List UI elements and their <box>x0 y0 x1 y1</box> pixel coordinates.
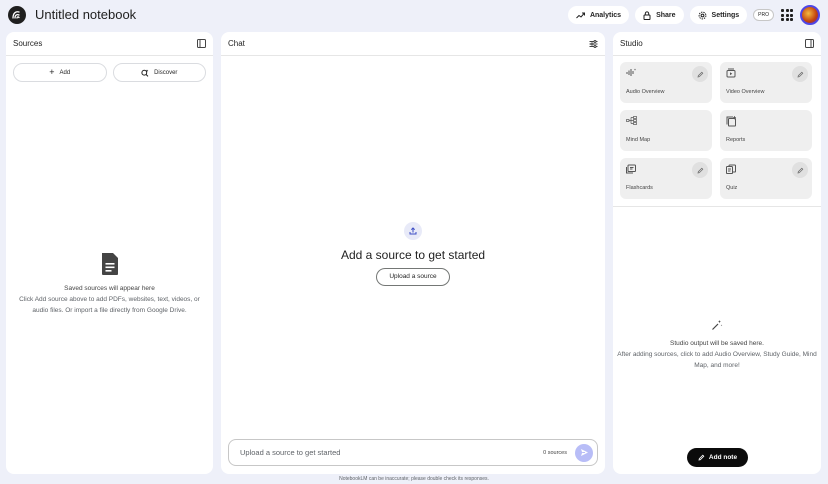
gear-icon <box>698 11 706 19</box>
share-button[interactable]: Share <box>635 6 684 24</box>
trending-up-icon <box>576 12 585 18</box>
quiz-card[interactable]: Quiz <box>720 158 812 199</box>
reports-card[interactable]: Reports <box>720 110 812 151</box>
studio-divider <box>613 206 821 207</box>
chat-options-icon[interactable] <box>589 39 598 48</box>
studio-title: Studio <box>620 39 643 48</box>
pencil-icon <box>697 167 703 173</box>
upload-icon <box>404 222 422 240</box>
pro-badge: PRO <box>753 9 774 21</box>
analytics-label: Analytics <box>589 11 622 19</box>
sources-empty-state: Saved sources will appear here Click Add… <box>6 252 213 316</box>
notebook-title[interactable]: Untitled notebook <box>35 7 136 22</box>
pencil-icon <box>697 71 703 77</box>
chat-input-placeholder[interactable]: Upload a source to get started <box>240 448 543 457</box>
studio-empty-body: After adding sources, click to add Audio… <box>617 351 817 369</box>
studio-empty-title: Studio output will be saved here. <box>670 340 764 347</box>
studio-panel: Studio Audio Overview Video Overview Min… <box>613 32 821 474</box>
reports-label: Reports <box>726 137 746 143</box>
sources-panel: Sources + Add Discover Saved sources wil… <box>6 32 213 474</box>
flashcards-icon <box>626 164 636 174</box>
apps-grid-icon[interactable] <box>780 8 794 22</box>
quiz-icon <box>726 164 736 174</box>
video-overview-card[interactable]: Video Overview <box>720 62 812 103</box>
mind-map-label: Mind Map <box>626 137 651 143</box>
magic-wand-icon <box>712 320 723 330</box>
top-bar: Untitled notebook Analytics Share Settin… <box>0 0 828 30</box>
chat-empty-state: Add a source to get started Upload a sou… <box>221 222 605 286</box>
discover-button[interactable]: Discover <box>112 63 206 82</box>
sources-empty-title: Saved sources will appear here <box>64 285 155 292</box>
send-button[interactable] <box>575 443 593 462</box>
flashcards-label: Flashcards <box>626 185 653 191</box>
add-source-label: Add <box>59 69 71 76</box>
quiz-label: Quiz <box>726 185 738 191</box>
collapse-panel-icon[interactable] <box>197 39 206 48</box>
flashcards-card[interactable]: Flashcards <box>620 158 712 199</box>
sources-empty-body: Click Add source above to add PDFs, webs… <box>19 296 200 314</box>
sources-title: Sources <box>13 39 43 48</box>
document-icon <box>101 253 118 275</box>
video-overview-label: Video Overview <box>726 89 765 95</box>
discover-search-icon <box>141 69 149 77</box>
share-label: Share <box>656 11 676 19</box>
chat-panel: Chat Add a source to get started Upload … <box>221 32 605 474</box>
footer-disclaimer: NotebookLM can be inaccurate; please dou… <box>339 476 489 482</box>
add-note-button[interactable]: Add note <box>687 448 748 467</box>
notebooklm-logo-icon[interactable] <box>8 6 26 24</box>
audio-overview-label: Audio Overview <box>626 89 665 95</box>
edit-flashcards-button[interactable] <box>692 162 708 178</box>
edit-video-overview-button[interactable] <box>792 66 808 82</box>
edit-audio-overview-button[interactable] <box>692 66 708 82</box>
settings-button[interactable]: Settings <box>689 6 748 24</box>
add-source-button[interactable]: + Add <box>13 63 107 82</box>
add-note-label: Add note <box>708 454 738 461</box>
video-icon <box>726 68 736 78</box>
analytics-button[interactable]: Analytics <box>567 6 630 24</box>
chat-title: Chat <box>228 39 245 48</box>
audio-overview-card[interactable]: Audio Overview <box>620 62 712 103</box>
collapse-studio-icon[interactable] <box>805 39 814 48</box>
send-icon <box>580 449 588 456</box>
mind-map-card[interactable]: Mind Map <box>620 110 712 151</box>
audio-waveform-icon <box>626 68 636 76</box>
pencil-icon <box>698 454 705 461</box>
settings-label: Settings <box>711 11 740 19</box>
chat-input-box[interactable]: Upload a source to get started 0 sources <box>228 439 598 466</box>
discover-label: Discover <box>154 69 178 76</box>
user-avatar[interactable] <box>800 5 820 25</box>
mind-map-icon <box>626 116 637 125</box>
reports-icon <box>726 116 736 127</box>
pencil-icon <box>797 167 803 173</box>
pencil-icon <box>797 71 803 77</box>
studio-empty-state: Studio output will be saved here. After … <box>613 318 821 371</box>
lock-icon <box>643 10 651 20</box>
plus-icon: + <box>49 67 55 77</box>
edit-quiz-button[interactable] <box>792 162 808 178</box>
upload-source-button[interactable]: Upload a source <box>376 268 450 286</box>
chat-headline: Add a source to get started <box>340 248 486 262</box>
source-count: 0 sources <box>543 449 567 456</box>
